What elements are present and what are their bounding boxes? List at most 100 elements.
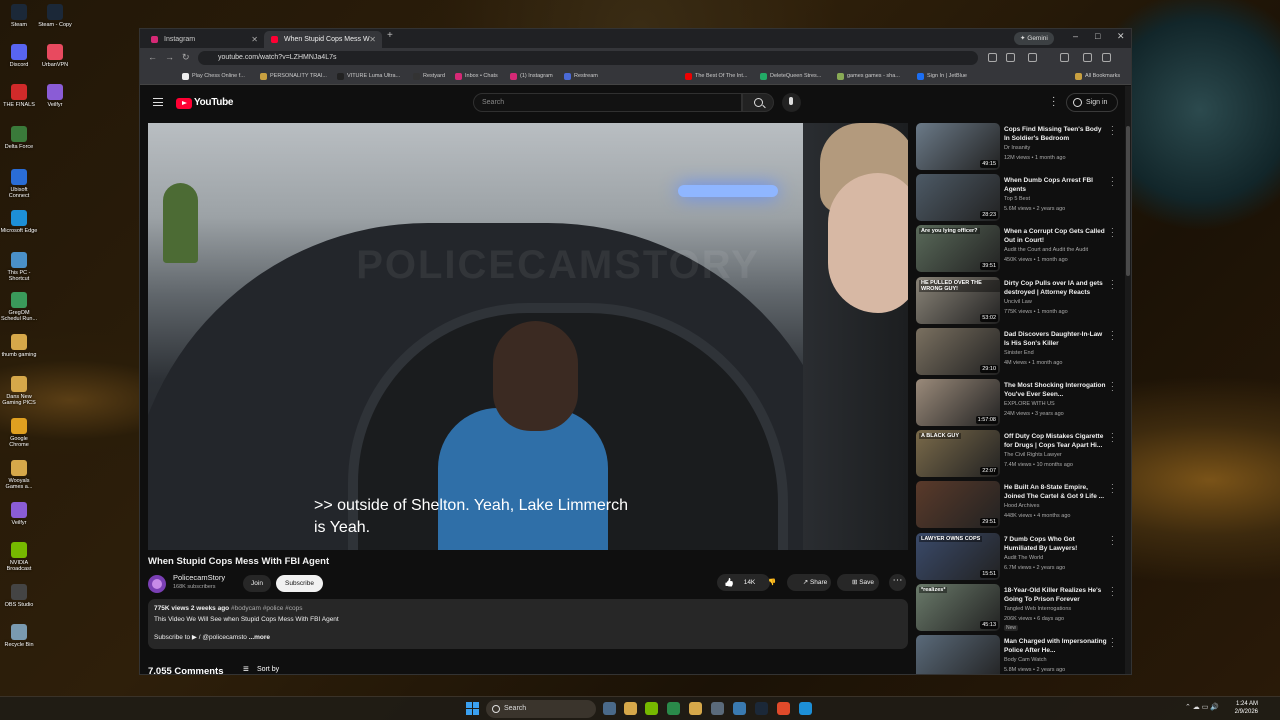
desktop-icon[interactable]: GregOM Schedul Run... [0, 292, 38, 322]
video-thumbnail[interactable]: 49:15 [916, 123, 1000, 170]
desktop-icon[interactable]: OBS Studio [0, 584, 38, 608]
bookmark-item[interactable]: (1) Instagram [510, 68, 553, 85]
video-options-icon[interactable]: · · · [1111, 430, 1114, 446]
minimize-button[interactable]: – [1073, 31, 1078, 41]
video-thumbnail[interactable]: HE PULLED OVER THE WRONG GUY! 53:02 [916, 276, 1000, 324]
search-input[interactable]: Search [473, 93, 742, 112]
desktop-icon[interactable]: Wooyals Games a... [0, 460, 38, 490]
video-description[interactable]: 775K views 2 weeks ago #bodycam #police … [148, 599, 908, 649]
address-bar[interactable]: youtube.com/watch?v=LZHMNJa4L7s [198, 51, 978, 65]
bookmark-item[interactable]: games games - sha... [837, 68, 900, 85]
video-options-icon[interactable]: · · · [1111, 635, 1114, 651]
sign-in-button[interactable]: Sign in [1066, 93, 1118, 112]
video-options-icon[interactable]: · · · [1111, 583, 1114, 599]
desktop-icon[interactable]: Veilfyr [0, 502, 38, 526]
microphone-icon[interactable] [782, 93, 801, 112]
sort-comments-button[interactable]: Sort by [243, 664, 279, 674]
share-button[interactable]: ↗ Share [787, 574, 831, 591]
video-thumbnail[interactable]: 1:57:08 [916, 379, 1000, 426]
taskbar-app-icon[interactable] [755, 702, 768, 715]
bookmark-item[interactable]: The Best Of The Int... [685, 68, 747, 85]
taskbar-app-icon[interactable] [799, 702, 812, 715]
desktop-icon[interactable]: Recycle Bin [0, 624, 38, 648]
bookmark-item[interactable]: Inbox • Chats [455, 68, 498, 85]
save-button[interactable]: ⊞ Save [837, 574, 879, 591]
show-more-link[interactable]: ...more [249, 634, 270, 641]
video-options-icon[interactable]: · · · [1111, 327, 1114, 343]
desktop-icon[interactable]: Veilfyr [36, 84, 74, 108]
recommended-video[interactable]: 1:57:08 The Most Shocking Interrogation Y… [916, 379, 1121, 427]
install-icon[interactable] [988, 53, 997, 62]
desktop-icon[interactable]: Steam [0, 4, 38, 28]
video-thumbnail[interactable]: Are you lying officer? 39:51 [916, 225, 1000, 273]
bookmark-item[interactable]: All Bookmarks [1075, 68, 1120, 85]
new-tab-button[interactable]: + [387, 30, 393, 41]
taskbar-app-icon[interactable] [733, 702, 746, 715]
taskbar-app-icon[interactable] [624, 702, 637, 715]
page-scrollbar[interactable] [1125, 86, 1131, 674]
taskbar-app-icon[interactable] [603, 702, 616, 715]
profile-icon[interactable] [1060, 53, 1069, 62]
desktop-icon[interactable]: Delta Force [0, 126, 38, 150]
video-thumbnail[interactable] [916, 635, 1000, 674]
taskbar-app-icon[interactable] [711, 702, 724, 715]
desktop-icon[interactable]: This PC - Shortcut [0, 252, 38, 282]
desktop-icon[interactable]: Google Chrome [0, 418, 38, 448]
desktop-icon[interactable]: thumb gaming [0, 334, 38, 358]
hashtags[interactable]: #bodycam #police #cops [231, 605, 303, 612]
desktop-icon[interactable]: Microsoft Edge [0, 210, 38, 234]
recommended-video[interactable]: 28:23 When Dumb Cops Arrest FBI Agents Top… [916, 174, 1121, 222]
bookmark-star-icon[interactable] [1006, 53, 1015, 62]
extensions-icon[interactable] [1028, 53, 1037, 62]
bookmark-item[interactable]: PERSONALITY TRAI... [260, 68, 327, 85]
desktop-icon[interactable]: Steam - Copy [36, 4, 74, 28]
recommended-video[interactable]: HE PULLED OVER THE WRONG GUY! 53:02 Dirty … [916, 276, 1121, 325]
join-button[interactable]: Join [243, 575, 271, 592]
recommended-video[interactable]: 29:10 Dad Discovers Daughter-In-Law Is Hi… [916, 327, 1121, 376]
close-icon[interactable]: ✕ [369, 31, 376, 48]
reload-button[interactable]: ↻ [182, 52, 190, 63]
desktop-icon[interactable]: UrbanVPN [36, 44, 74, 68]
search-button[interactable] [742, 93, 774, 112]
bookmark-item[interactable]: DeleteQueen Stres... [760, 68, 821, 85]
bookmark-item[interactable]: Play Chess Online f... [182, 68, 245, 85]
system-tray[interactable]: ⌃ ☁ ▭ 🔊 [1185, 703, 1219, 711]
back-button[interactable]: ← [148, 52, 157, 62]
subscribe-button[interactable]: Subscribe [276, 575, 323, 592]
taskbar-app-icon[interactable] [777, 702, 790, 715]
video-options-icon[interactable]: · · · [1111, 276, 1114, 292]
close-window-button[interactable]: ✕ [1117, 31, 1125, 42]
recommended-video[interactable]: Are you lying officer? 39:51 When a Corrup… [916, 225, 1121, 273]
taskbar-app-icon[interactable] [645, 702, 658, 715]
video-thumbnail[interactable]: 29:10 [916, 327, 1000, 375]
video-options-icon[interactable]: · · · [1111, 225, 1114, 241]
close-icon[interactable]: ✕ [251, 31, 258, 48]
forward-button[interactable]: → [165, 52, 174, 62]
menu-icon[interactable] [1102, 53, 1111, 62]
taskbar-clock[interactable]: 1:24 AM 2/9/2026 [1232, 700, 1258, 716]
video-thumbnail[interactable]: 29:51 [916, 481, 1000, 529]
downloads-icon[interactable] [1083, 53, 1092, 62]
desktop-icon[interactable]: Discord [0, 44, 38, 68]
bookmark-item[interactable]: VITURE Luma Ultra... [337, 68, 400, 85]
video-thumbnail[interactable]: A BLACK GUY 22:07 [916, 430, 1000, 478]
settings-kebab-icon[interactable]: · · · [1052, 93, 1055, 111]
desktop-icon[interactable]: Ubisoft Connect [0, 169, 38, 199]
recommended-video[interactable]: LAWYER OWNS COPS 15:51 7 Dumb Cops Who Got… [916, 532, 1121, 581]
gemini-button[interactable]: ✦ Gemini [1014, 32, 1054, 45]
recommended-video[interactable]: 49:15 Cops Find Missing Teen's Body In So… [916, 123, 1121, 171]
dislike-icon[interactable]: 👎 [761, 574, 783, 591]
recommended-video[interactable]: A BLACK GUY 22:07 Off Duty Cop Mistakes Ci… [916, 430, 1121, 478]
desktop-icon[interactable]: NVIDIA Broadcast [0, 542, 38, 572]
video-player[interactable]: POLICECAMSTORY >> outside of Shelton. Ye… [148, 123, 908, 550]
video-options-icon[interactable]: · · · [1111, 123, 1114, 139]
video-thumbnail[interactable]: 28:23 [916, 174, 1000, 222]
channel-avatar[interactable] [148, 575, 166, 593]
bookmark-item[interactable]: Restyard [413, 68, 445, 85]
tab-youtube[interactable]: When Stupid Cops Mess W ✕ [264, 31, 382, 48]
video-thumbnail[interactable]: LAWYER OWNS COPS 15:51 [916, 532, 1000, 580]
bookmark-item[interactable]: Restream [564, 68, 598, 85]
more-actions-button[interactable]: ⋯ [889, 574, 906, 591]
video-thumbnail[interactable]: *realizes* 45:13 [916, 583, 1000, 631]
recommended-video[interactable]: 29:51 He Built An 8-State Empire, Joined … [916, 481, 1121, 529]
